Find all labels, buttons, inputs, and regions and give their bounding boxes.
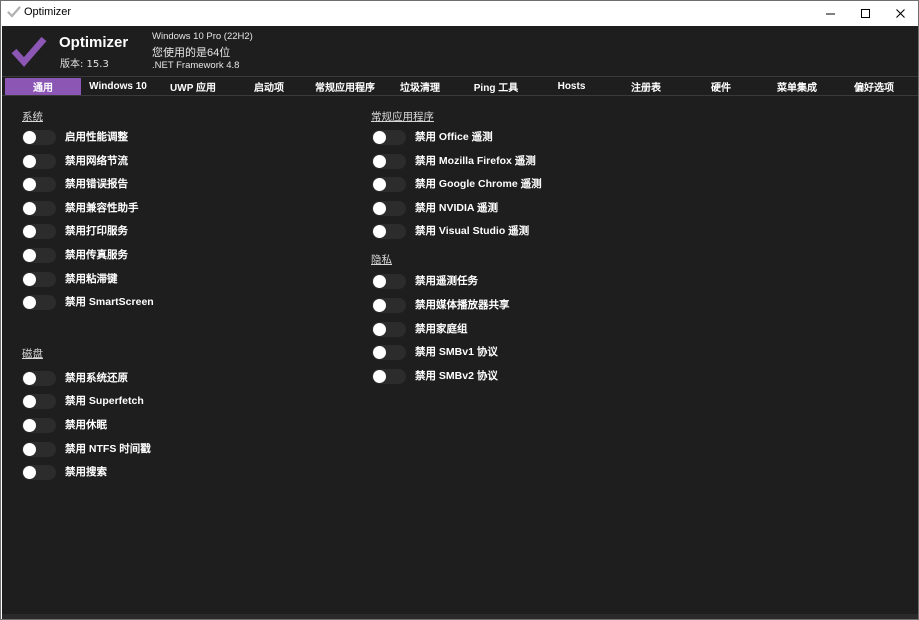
tab-common-apps[interactable]: 常规应用程序 xyxy=(307,78,383,95)
toggle-switch[interactable] xyxy=(372,224,406,239)
close-button[interactable] xyxy=(883,1,917,26)
toggle-switch[interactable] xyxy=(372,130,406,145)
framework-info: .NET Framework 4.8 xyxy=(152,60,240,71)
os-info: Windows 10 Pro (22H2) xyxy=(152,31,253,42)
title-bar[interactable]: Optimizer xyxy=(1,1,918,26)
app-name: Optimizer xyxy=(59,34,129,51)
app-version: 版本: 15.3 xyxy=(60,59,109,70)
toggle-label: 禁用粘滞键 xyxy=(65,273,118,285)
toggle-label: 禁用 Google Chrome 遥测 xyxy=(415,178,542,190)
toggle-label: 禁用休眠 xyxy=(65,419,107,431)
bitness-info: 您使用的是64位 xyxy=(152,47,231,59)
toggle-label: 禁用打印服务 xyxy=(65,225,128,237)
toggle-label: 禁用 SMBv2 协议 xyxy=(415,370,498,382)
toggle-label: 禁用 SmartScreen xyxy=(65,296,154,308)
toggle-label: 禁用 Superfetch xyxy=(65,395,144,407)
tab-windows10[interactable]: Windows 10 xyxy=(81,78,155,95)
tab-preferences[interactable]: 偏好选项 xyxy=(836,78,912,95)
toggle-switch[interactable] xyxy=(22,248,56,263)
toggle-switch[interactable] xyxy=(22,371,56,386)
maximize-button[interactable] xyxy=(848,1,882,26)
section-title-disk: 磁盘 xyxy=(22,348,43,360)
toggle-switch[interactable] xyxy=(22,130,56,145)
check-icon xyxy=(7,6,21,18)
toggle-switch[interactable] xyxy=(22,295,56,310)
toggle-switch[interactable] xyxy=(372,177,406,192)
close-icon xyxy=(895,9,905,18)
tab-general[interactable]: 通用 xyxy=(5,78,81,95)
toggle-label: 禁用 SMBv1 协议 xyxy=(415,346,498,358)
maximize-icon xyxy=(860,9,870,18)
toggle-switch[interactable] xyxy=(22,442,56,457)
toggle-switch[interactable] xyxy=(22,272,56,287)
toggle-switch[interactable] xyxy=(22,201,56,216)
app-header: Optimizer 版本: 15.3 Windows 10 Pro (22H2)… xyxy=(2,26,918,74)
bottom-border xyxy=(2,614,918,619)
toggle-label: 禁用系统还原 xyxy=(65,372,128,384)
toggle-label: 禁用媒体播放器共享 xyxy=(415,299,510,311)
app-body: Optimizer 版本: 15.3 Windows 10 Pro (22H2)… xyxy=(2,26,918,619)
toggle-switch[interactable] xyxy=(22,465,56,480)
section-title-system: 系统 xyxy=(22,111,43,123)
tab-cleaner[interactable]: 垃圾清理 xyxy=(383,78,457,95)
toggle-switch[interactable] xyxy=(372,322,406,337)
toggle-label: 禁用错误报告 xyxy=(65,178,128,190)
minimize-button[interactable] xyxy=(813,1,847,26)
optimizer-window: Optimizer Optimizer 版本: 15.3 Windows 10 … xyxy=(0,0,919,620)
section-title-common-apps: 常规应用程序 xyxy=(371,111,434,123)
toggle-label: 禁用 Office 遥测 xyxy=(415,131,493,143)
toggle-switch[interactable] xyxy=(22,177,56,192)
toggle-switch[interactable] xyxy=(372,369,406,384)
optimizer-logo-check-icon xyxy=(11,36,47,67)
toggle-label: 禁用 Visual Studio 遥测 xyxy=(415,225,530,237)
tab-uwp-apps[interactable]: UWP 应用 xyxy=(155,78,231,95)
toggle-label: 禁用遥测任务 xyxy=(415,275,478,287)
toggle-label: 禁用网络节流 xyxy=(65,155,128,167)
section-title-privacy: 隐私 xyxy=(371,254,392,266)
general-tab-content: 系统 启用性能调整 禁用网络节流 禁用错误报告 禁用兼容性助手 禁用打印服务 禁… xyxy=(2,97,918,614)
toggle-label: 禁用兼容性助手 xyxy=(65,202,139,214)
toggle-label: 禁用传真服务 xyxy=(65,249,128,261)
toggle-switch[interactable] xyxy=(372,298,406,313)
toggle-label: 启用性能调整 xyxy=(65,131,128,143)
window-title: Optimizer xyxy=(24,6,72,18)
tab-hosts[interactable]: Hosts xyxy=(535,78,608,95)
toggle-switch[interactable] xyxy=(22,224,56,239)
toggle-label: 禁用 Mozilla Firefox 遥测 xyxy=(415,155,536,167)
toggle-switch[interactable] xyxy=(22,154,56,169)
tab-menu-integration[interactable]: 菜单集成 xyxy=(758,78,836,95)
tab-bar: 通用 Windows 10 UWP 应用 启动项 常规应用程序 垃圾清理 Pin… xyxy=(2,76,918,96)
tab-startup[interactable]: 启动项 xyxy=(231,78,307,95)
toggle-switch[interactable] xyxy=(372,154,406,169)
toggle-label: 禁用搜索 xyxy=(65,466,107,478)
toggle-switch[interactable] xyxy=(22,418,56,433)
tab-registry[interactable]: 注册表 xyxy=(608,78,684,95)
tab-ping-tool[interactable]: Ping 工具 xyxy=(457,78,535,95)
toggle-label: 禁用家庭组 xyxy=(415,323,468,335)
toggle-label: 禁用 NVIDIA 遥测 xyxy=(415,202,499,214)
minimize-icon xyxy=(825,13,835,15)
toggle-switch[interactable] xyxy=(372,274,406,289)
toggle-switch[interactable] xyxy=(372,201,406,216)
toggle-label: 禁用 NTFS 时间戳 xyxy=(65,443,151,455)
toggle-switch[interactable] xyxy=(22,394,56,409)
toggle-switch[interactable] xyxy=(372,345,406,360)
tab-hardware[interactable]: 硬件 xyxy=(684,78,758,95)
